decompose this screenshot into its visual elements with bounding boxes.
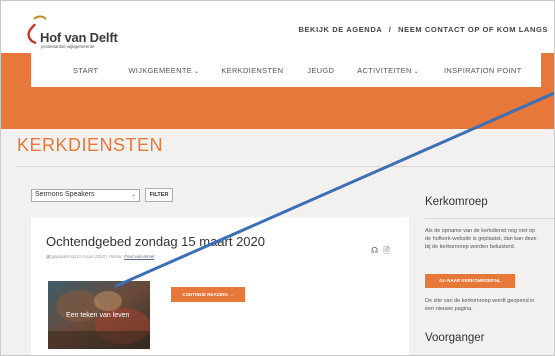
- sermon-card: Ochtendgebed zondag 15 maart 2020 ▦ gepl…: [31, 217, 409, 355]
- chevron-down-icon: ⌄: [194, 68, 200, 75]
- voorganger-heading: Voorganger: [425, 332, 485, 344]
- kerkomroep-button[interactable]: GA NAAR KERKOMROEP.NL: [425, 274, 515, 288]
- nav-item-wijkgemeente[interactable]: WIJKGEMEENTE ⌄: [128, 66, 199, 75]
- kerkomroep-note: De site van de kerkomroep wordt geopend …: [425, 298, 535, 312]
- site-logo[interactable]: Hof van Delft protestantse wijkgemeente: [26, 13, 146, 49]
- thumbnail-caption: Een teken van leven: [66, 312, 130, 319]
- sermon-meta: ▦ geplaatst op13 maart 2020 | Pastor: Fr…: [46, 254, 154, 260]
- divider: [425, 218, 554, 219]
- contact-link[interactable]: NEEM CONTACT OP OF KOM LANGS: [398, 25, 548, 34]
- media-icons: ☊ 🗎: [371, 245, 390, 259]
- chevron-down-icon: ⌄: [130, 192, 136, 198]
- page-title: KERKDIENSTEN: [17, 135, 164, 155]
- document-icon[interactable]: 🗎: [383, 246, 389, 255]
- nav-item-start[interactable]: START: [73, 66, 98, 75]
- site-header: Hof van Delft protestantse wijkgemeente …: [1, 1, 554, 53]
- kerkomroep-text: Als de opname van de kerkdienst nog niet…: [425, 228, 537, 250]
- link-separator: /: [388, 25, 392, 34]
- continue-reading-button[interactable]: CONTINUE READING →: [171, 287, 245, 302]
- nav-item-inspiration-point[interactable]: INSPIRATION POINT: [444, 66, 521, 75]
- logo-subtitle: protestantse wijkgemeente: [41, 44, 95, 49]
- sermon-thumbnail[interactable]: Een teken van leven: [48, 281, 150, 349]
- divider: [17, 166, 554, 167]
- logo-name: Hof van Delft: [40, 30, 118, 45]
- nav-item-jeugd[interactable]: JEUGD: [307, 66, 334, 75]
- nav-item-kerkdiensten[interactable]: KERKDIENSTEN: [221, 66, 283, 75]
- pastor-link[interactable]: Fred van Iersel: [124, 254, 154, 259]
- kerkomroep-heading: Kerkomroep: [425, 196, 488, 208]
- sermon-filter-select[interactable]: Sermons Speakers ⌄: [31, 189, 140, 202]
- agenda-link[interactable]: BEKIJK DE AGENDA: [298, 25, 382, 34]
- select-value: Sermons Speakers: [35, 191, 95, 198]
- browser-viewport: Hof van Delft protestantse wijkgemeente …: [0, 0, 555, 356]
- headphones-icon[interactable]: ☊: [371, 246, 378, 255]
- nav-item-activiteiten[interactable]: ACTIVITEITEN ⌄: [357, 66, 419, 75]
- sermon-title[interactable]: Ochtendgebed zondag 15 maart 2020: [46, 234, 265, 249]
- filter-button[interactable]: FILTER: [145, 188, 173, 202]
- chevron-down-icon: ⌄: [413, 68, 419, 75]
- top-links: BEKIJK DE AGENDA / NEEM CONTACT OP OF KO…: [298, 25, 548, 34]
- sermon-meta-text: geplaatst op13 maart 2020 | Pastor:: [51, 254, 123, 259]
- main-nav: START WIJKGEMEENTE ⌄ KERKDIENSTEN JEUGD A…: [31, 53, 541, 87]
